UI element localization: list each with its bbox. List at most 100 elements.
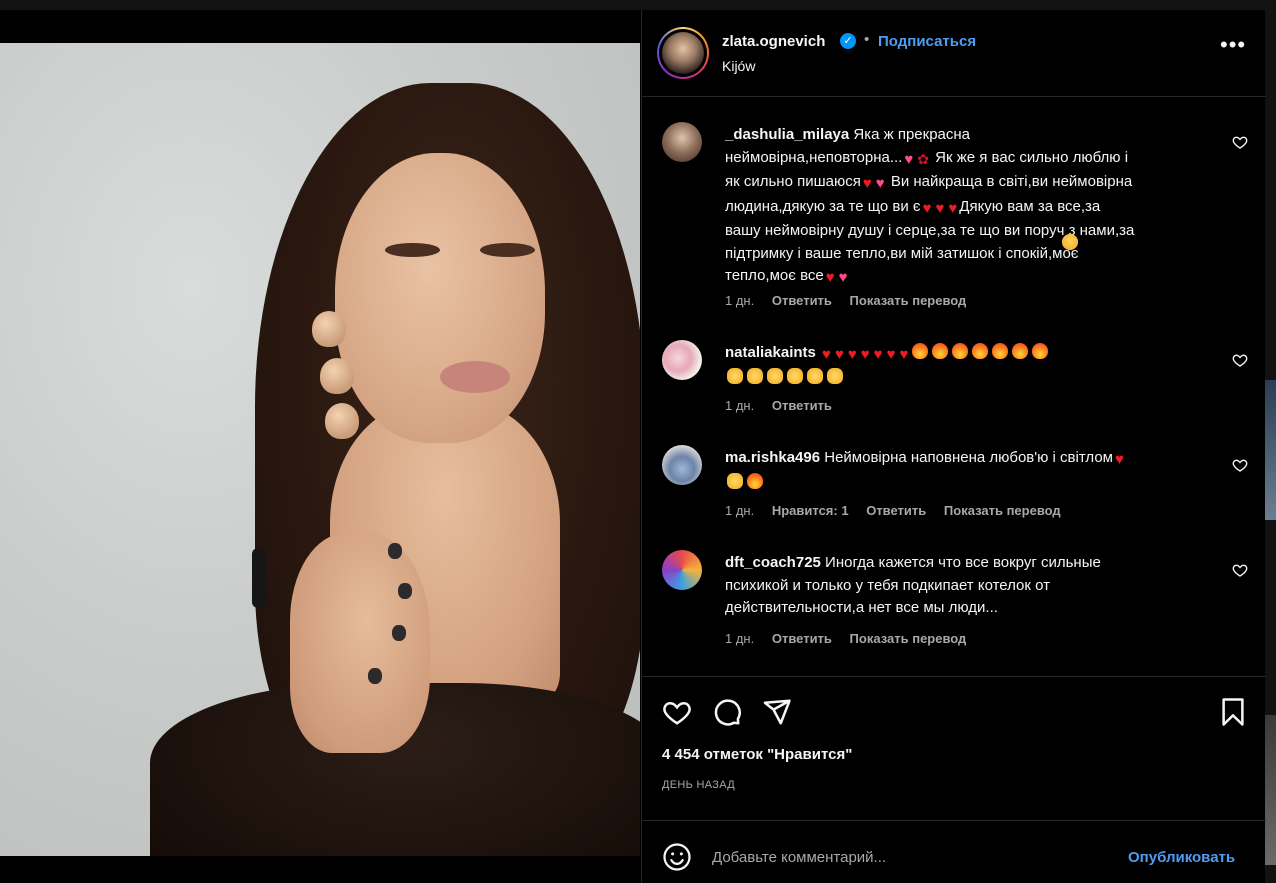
photo-earring: [325, 403, 359, 439]
reply-button[interactable]: Ответить: [772, 293, 832, 308]
comment-line: тепло,моє все: [725, 267, 824, 284]
comment-input[interactable]: [712, 839, 1112, 875]
photo-hand: [290, 533, 430, 753]
comment-line: действительности,а нет все мы люди...: [725, 599, 998, 616]
more-options-icon[interactable]: •••: [1220, 34, 1246, 56]
photo-lips: [440, 361, 510, 393]
translate-button[interactable]: Показать перевод: [850, 631, 967, 646]
fire-emoji-icon: [912, 343, 929, 359]
photo-eye: [480, 243, 535, 257]
commenter-username[interactable]: dft_coach725: [725, 554, 821, 571]
commenter-avatar[interactable]: [662, 122, 702, 162]
comment-line: Иногда кажется что все вокруг сильные: [825, 554, 1101, 571]
post-photo[interactable]: [0, 43, 640, 856]
fire-emoji-icon: [992, 343, 1009, 359]
post-location[interactable]: Kijów: [722, 58, 755, 74]
comment-time[interactable]: 1 дн.: [725, 631, 754, 646]
photo-nail: [388, 543, 402, 559]
comment-meta: 1 дн. Ответить: [725, 398, 846, 413]
comment-line: Неймовірна наповнена любов'ю і світлом: [824, 449, 1113, 466]
comment-line: психикой и только у тебя подкипает котел…: [725, 576, 1051, 594]
comment-time[interactable]: 1 дн.: [725, 293, 754, 308]
comment-likes-count[interactable]: Нравится: 1: [772, 503, 849, 518]
comment-meta: 1 дн. Нравится: 1 Ответить Показать пере…: [725, 503, 1075, 518]
publish-button[interactable]: Опубликовать: [1128, 849, 1235, 866]
rose-emoji-icon: ✿: [917, 150, 929, 167]
comment-icon[interactable]: [712, 697, 742, 727]
comment-like-heart-icon[interactable]: [1232, 562, 1248, 578]
comment-time[interactable]: 1 дн.: [725, 503, 754, 518]
photo-nail: [392, 625, 406, 641]
red-heart-emoji-icon: ♥: [948, 199, 958, 217]
separator-dot: •: [864, 31, 870, 48]
comment-line: неймовірна,неповторна...: [725, 148, 903, 166]
background-post-thumbnail: [1265, 715, 1276, 865]
commenter-avatar[interactable]: [662, 340, 702, 380]
bookmark-icon[interactable]: [1218, 697, 1248, 727]
commenter-username[interactable]: nataliakaints: [725, 344, 816, 361]
post-actions-bar: [642, 676, 1266, 736]
photo-earring: [320, 358, 354, 394]
comment-text: ma.rishka496 Неймовірна наповнена любов'…: [725, 447, 1225, 494]
photo-eye: [385, 243, 440, 257]
commenter-username[interactable]: _dashulia_milaya: [725, 126, 849, 143]
comment-line: як сильно пишаюся: [725, 173, 861, 190]
red-heart-emoji-icon: ♥: [862, 175, 872, 192]
post-side-panel: zlata.ognevich ✓ • Подписаться Kijów •••…: [641, 10, 1266, 883]
comment-line: підтримку і ваше тепло,ви мій затишок і …: [725, 244, 1079, 262]
fire-emoji-icon: [1032, 343, 1049, 359]
fire-emoji-icon: [1012, 343, 1029, 359]
red-heart-emoji-icon: ♥: [834, 346, 844, 363]
comment-text: dft_coach725 Иногда кажется что все вокр…: [725, 552, 1225, 620]
commenter-username[interactable]: ma.rishka496: [725, 449, 820, 466]
comment-line: Яка ж прекрасна: [853, 126, 971, 143]
red-heart-emoji-icon: ♥: [1114, 451, 1124, 468]
comment-time[interactable]: 1 дн.: [725, 398, 754, 413]
commenter-avatar[interactable]: [662, 445, 702, 485]
share-icon[interactable]: [762, 697, 792, 727]
photo-strap: [252, 548, 266, 608]
comment-line: Ви найкраща в світі,ви неймовірна: [890, 173, 1133, 190]
likes-count[interactable]: 4 454 отметок "Нравится": [662, 746, 852, 763]
author-username[interactable]: zlata.ognevich: [722, 33, 825, 50]
verified-badge-icon: ✓: [840, 33, 856, 49]
clapping-emoji-icon: [807, 367, 823, 384]
comment-like-heart-icon[interactable]: [1232, 457, 1248, 473]
clapping-emoji-icon: [827, 367, 843, 384]
post-modal: zlata.ognevich ✓ • Подписаться Kijów •••…: [0, 10, 1266, 883]
red-heart-emoji-icon: ♥: [886, 346, 896, 363]
comment-compose-bar: Опубликовать: [642, 820, 1266, 883]
comments-list[interactable]: _dashulia_milaya Яка ж прекрасна неймові…: [642, 98, 1266, 676]
comment-text: _dashulia_milaya Яка ж прекрасна неймові…: [725, 124, 1225, 290]
red-heart-emoji-icon: ♥: [822, 346, 831, 363]
comment-line: людина,дякую за те що ви є: [725, 197, 921, 215]
reply-button[interactable]: Ответить: [772, 631, 832, 646]
post-date[interactable]: ДЕНЬ НАЗАД: [662, 779, 735, 791]
comment-like-heart-icon[interactable]: [1232, 352, 1248, 368]
broken-heart-emoji-icon: ♥: [904, 150, 914, 168]
red-heart-emoji-icon: ♥: [860, 346, 870, 363]
photo-nail: [398, 583, 412, 599]
commenter-avatar[interactable]: [662, 550, 702, 590]
heart-icon[interactable]: [662, 697, 692, 727]
photo-earring: [312, 311, 346, 347]
author-avatar[interactable]: [657, 27, 709, 79]
emoji-icon[interactable]: [662, 842, 692, 872]
comment-text: nataliakaints ♥ ♥ ♥ ♥ ♥ ♥ ♥: [725, 342, 1225, 389]
reply-button[interactable]: Ответить: [772, 398, 832, 413]
clapping-emoji-icon: [767, 367, 783, 384]
fire-emoji-icon: [972, 343, 989, 359]
translate-button[interactable]: Показать перевод: [944, 503, 1061, 518]
heart-with-ribbon-emoji-icon: ♥: [875, 175, 885, 192]
fire-emoji-icon: [932, 343, 949, 359]
fire-emoji-icon: [747, 472, 763, 489]
translate-button[interactable]: Показать перевод: [850, 293, 967, 308]
reply-button[interactable]: Ответить: [866, 503, 926, 518]
clapping-emoji-icon: [727, 367, 743, 384]
comment-like-heart-icon[interactable]: [1232, 134, 1248, 150]
follow-button[interactable]: Подписаться: [878, 33, 976, 50]
comment-line: Як же я вас сильно люблю і: [935, 148, 1129, 166]
post-header: zlata.ognevich ✓ • Подписаться Kijów •••: [642, 10, 1266, 97]
raised-hands-emoji-icon: [727, 472, 743, 489]
photo-face: [335, 153, 545, 443]
